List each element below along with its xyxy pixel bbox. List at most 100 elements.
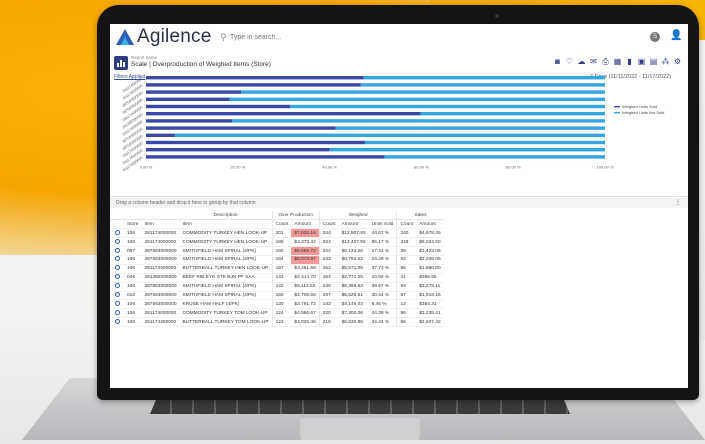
table-cell: 224 (318, 246, 339, 256)
save-icon[interactable]: ▣ (637, 57, 646, 66)
table-row[interactable]: 106 287563000000 SMITHFIELD HAM SPIRAL (4/… (110, 255, 444, 265)
table-cell: 046 (124, 273, 142, 283)
cloud-upload-icon[interactable]: ☁ (577, 57, 586, 66)
col-w-amount[interactable]: Amount (338, 219, 369, 230)
row-expand-icon[interactable] (110, 299, 124, 310)
save-as-icon[interactable]: ▤ (649, 57, 658, 66)
gear-icon[interactable]: ⚙ (673, 57, 682, 66)
row-expand-icon[interactable] (110, 308, 124, 319)
group-header-over-production[interactable]: Over Production (271, 211, 320, 221)
col-store[interactable]: Store (124, 219, 142, 230)
table-cell: 243 (318, 255, 339, 265)
legend-label: Weighed Units Not Sold (622, 110, 664, 115)
table-cell: $8,784.02 (338, 255, 369, 265)
table-cell: 12 (396, 299, 417, 310)
row-expand-icon[interactable] (110, 228, 124, 239)
bar-units-sold (146, 133, 175, 137)
group-header-sales[interactable]: Sales (396, 211, 444, 221)
row-expand-icon[interactable] (110, 291, 124, 301)
table-cell: 106 (124, 264, 142, 274)
trash-icon[interactable]: ▮ (625, 57, 634, 66)
group-header-row: Description Over Production Weighed Sale… (110, 211, 444, 221)
table-row[interactable]: 106 287563000000 SMITHFIELD HAM SPIRAL (4/… (110, 282, 444, 292)
blank-header (110, 211, 124, 221)
table-row[interactable]: 097 287563000000 SMITHFIELD HAM SPIRAL (4/… (110, 246, 444, 256)
group-header-description[interactable]: Description (179, 211, 273, 221)
camera-icon[interactable]: ◙ (553, 57, 562, 66)
col-op-count[interactable]: Count (271, 219, 292, 230)
group-header-weighed[interactable]: Weighed (318, 211, 397, 221)
table-cell: $1,880.00 (416, 264, 444, 274)
table-cell: 106 (124, 255, 142, 265)
table-cell: $5,113.52 (291, 282, 320, 292)
group-by-drop-zone[interactable]: Drag a column header and drop it here to… (110, 198, 688, 208)
grid-body: 106 281174000000 COMMODITY TURKEY HEN LOOK… (110, 228, 444, 328)
table-cell: COMMODITY TURKEY HEN LOOK-UP (179, 237, 273, 248)
table-row[interactable]: 106 287563000000 KRUSE HAM HALF (4/PK) 130 $… (110, 299, 444, 310)
table-cell: $7,300.06 (338, 308, 369, 319)
row-expand-icon[interactable] (110, 237, 124, 248)
col-s-amount[interactable]: Amount (416, 219, 444, 230)
heart-icon[interactable]: ♡ (565, 57, 574, 66)
table-cell: 220 (318, 308, 339, 319)
col-w-count[interactable]: Count (318, 219, 339, 230)
col-s-count[interactable]: Count (396, 219, 417, 230)
user-initial-badge[interactable]: S (650, 32, 660, 42)
row-expand-icon[interactable] (110, 273, 124, 283)
bar-units-sold (146, 148, 330, 152)
agilence-logo-icon (116, 29, 134, 45)
grid-menu-icon[interactable]: ⋮ (675, 198, 681, 208)
table-cell: 39.57 % (368, 282, 397, 292)
bar-units-not-sold (241, 90, 605, 94)
table-row[interactable]: 106 281174000000 COMMODITY TURKEY HEN LOOK… (110, 237, 444, 248)
x-tick-label: 40.00 % (322, 164, 337, 169)
search-input[interactable] (230, 30, 350, 44)
table-row[interactable]: 012 287563000000 SMITHFIELD HAM SPIRAL (4/… (110, 291, 444, 301)
print-icon[interactable]: ⎙ (601, 57, 610, 66)
bar-units-not-sold (290, 104, 605, 109)
table-cell: 44.39 % (368, 308, 397, 319)
blank-header (141, 211, 180, 221)
table-cell: 344 (318, 228, 339, 239)
blank-header (124, 211, 142, 221)
grid-icon[interactable]: ▦ (613, 57, 622, 66)
bar-units-not-sold (420, 112, 605, 116)
table-cell: 44.67 % (368, 228, 397, 239)
table-cell: 142 (271, 282, 292, 292)
table-row[interactable]: 106 261174000000 COMMODITY TURKEY TOM LOOK… (110, 308, 444, 319)
mail-icon[interactable]: ✉ (589, 57, 598, 66)
table-cell: 281174000000 (141, 228, 180, 239)
webcam (495, 14, 499, 18)
col-item-code[interactable]: Item (141, 219, 180, 230)
table-row[interactable]: 106 281174400000 BUTTERBALL TURKEY HEN LOO… (110, 264, 444, 274)
table-cell: 17.41 % (368, 246, 397, 256)
table-cell: 167 (271, 264, 292, 274)
table-cell: 106 (124, 317, 142, 328)
table-row[interactable]: 106 261174400000 BUTTERBALL TURKEY TOM LOO… (110, 317, 444, 328)
table-row[interactable]: 046 261382000000 BEEF RIB EYE STK BJN PF S… (110, 273, 444, 283)
user-icon[interactable]: 👤 (670, 30, 682, 41)
bar-units-not-sold (229, 97, 605, 101)
row-expand-icon[interactable] (110, 317, 124, 328)
col-w-units-sold[interactable]: Units Sold (368, 219, 397, 230)
table-cell: 21 (396, 273, 417, 283)
row-expand-icon[interactable] (110, 255, 124, 265)
table-cell: 95 (396, 264, 417, 274)
table-cell: 287563000000 (141, 246, 180, 256)
x-tick-label: 0.00 % (140, 164, 153, 169)
col-item-desc[interactable]: Item (179, 219, 273, 230)
table-cell: $3,278.11 (416, 282, 444, 292)
table-cell: 142 (318, 299, 339, 310)
share-icon[interactable]: ⁂ (661, 57, 670, 66)
table-cell: $1,918.16 (416, 291, 444, 301)
row-expand-icon[interactable] (110, 264, 124, 274)
table-cell: 39 (396, 246, 417, 256)
col-op-amount[interactable]: Amount (291, 219, 320, 230)
row-expand-icon[interactable] (110, 282, 124, 292)
table-cell: 106 (124, 299, 142, 310)
table-row[interactable]: 106 281174000000 COMMODITY TURKEY HEN LOOK… (110, 228, 444, 239)
table-cell: $354.31 (416, 299, 444, 310)
row-expand-icon[interactable] (110, 246, 124, 256)
x-tick-label: 20.00 % (230, 164, 245, 169)
legend-label: Weighed Units Sold (622, 104, 657, 109)
